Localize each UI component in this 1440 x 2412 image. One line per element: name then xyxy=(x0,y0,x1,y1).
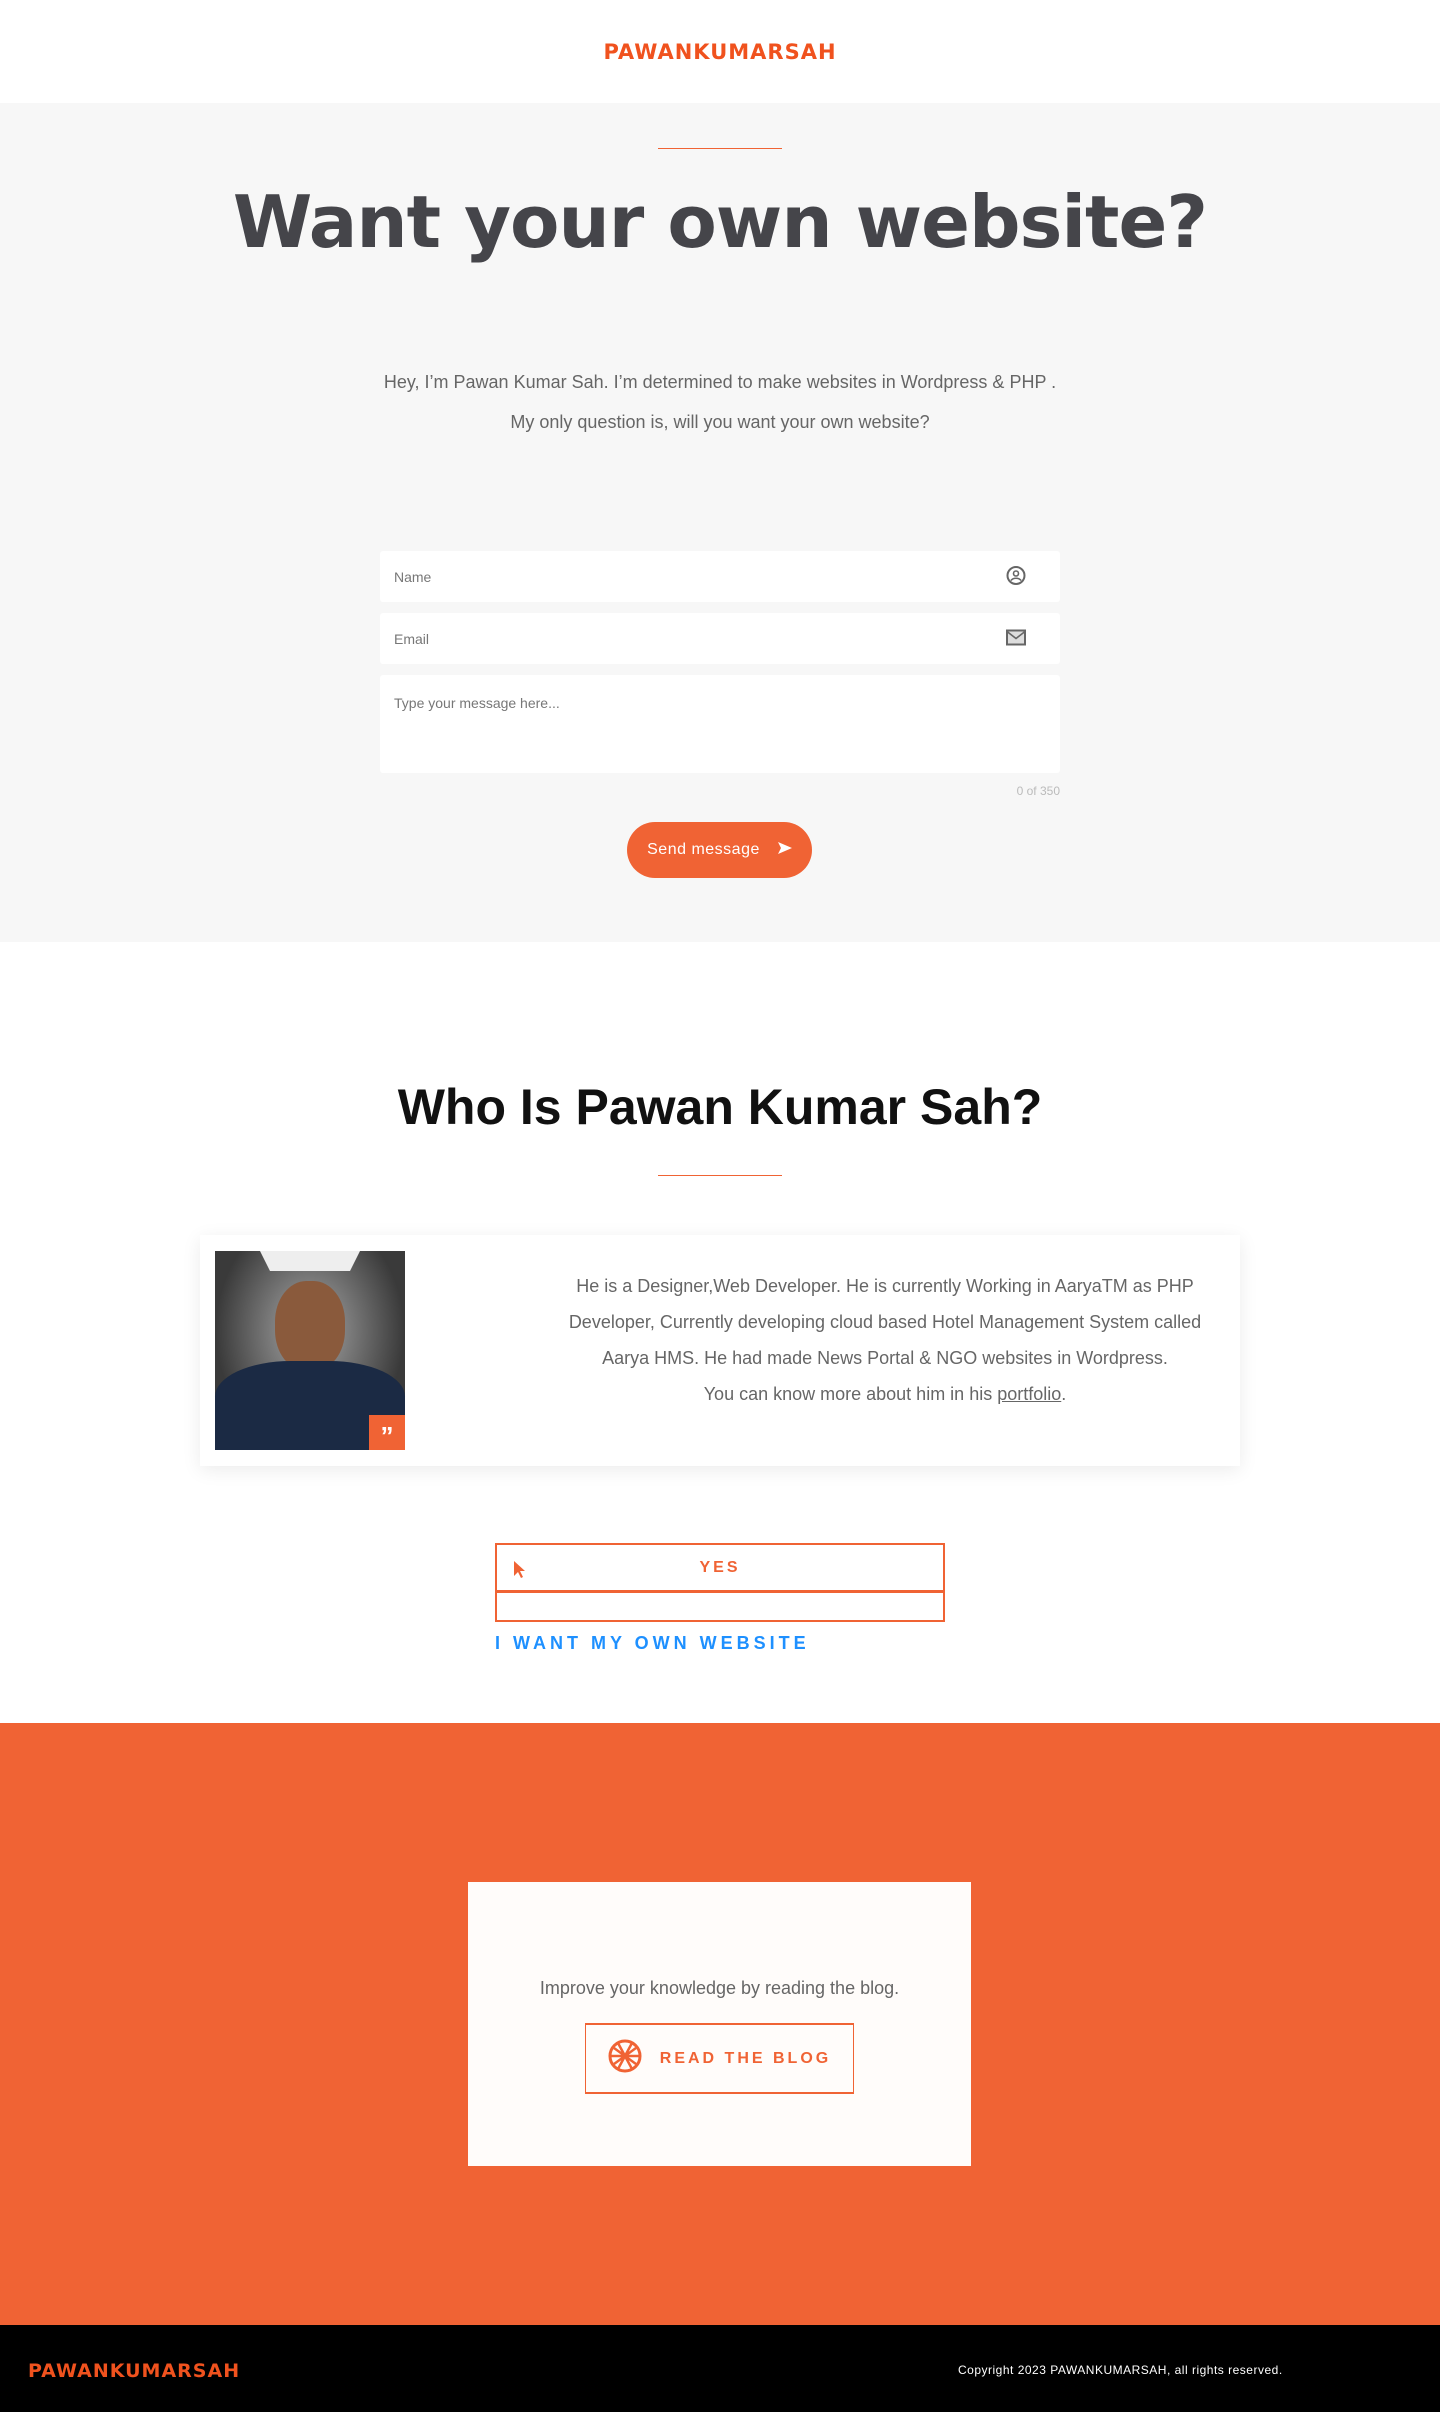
yes-label: YES xyxy=(699,1558,741,1576)
read-blog-button[interactable]: READ THE BLOG xyxy=(585,2023,854,2094)
message-placeholder: Type your message here... xyxy=(394,695,560,711)
divider xyxy=(658,148,782,149)
portfolio-prefix: You can know more about him in his xyxy=(703,1384,998,1404)
want-website-link[interactable]: I WANT MY OWN WEBSITE xyxy=(495,1633,810,1654)
profile-photo: ” xyxy=(215,1251,405,1451)
intro-line: Hey, I’m Pawan Kumar Sah. I’m determined… xyxy=(383,372,1057,392)
about-title: Who Is Pawan Kumar Sah? xyxy=(397,1079,1043,1135)
hero-intro: Hey, I’m Pawan Kumar Sah. I’m determined… xyxy=(0,362,1440,442)
email-input[interactable]: Email xyxy=(380,613,1060,664)
name-placeholder: Name xyxy=(394,568,432,585)
yes-button-underbox xyxy=(495,1592,945,1622)
hero-title: Want your own website? xyxy=(232,180,1208,264)
copyright: Copyright 2023 PAWANKUMARSAH, all rights… xyxy=(958,2363,1283,2377)
send-message-button[interactable]: Send message xyxy=(627,822,812,878)
blog-text: Improve your knowledge by reading the bl… xyxy=(539,1978,900,1998)
intro-line: My only question is, will you want your … xyxy=(510,412,930,432)
email-placeholder: Email xyxy=(394,630,430,647)
send-label: Send message xyxy=(647,841,760,858)
name-input[interactable]: Name xyxy=(380,551,1060,602)
portfolio-link[interactable]: portfolio xyxy=(997,1384,1061,1404)
cursor-icon xyxy=(513,1560,525,1583)
globe-icon xyxy=(608,2039,642,2078)
quote-icon: ” xyxy=(369,1415,405,1451)
footer-logo[interactable]: PAWANKUMARSAH xyxy=(28,2360,240,2382)
divider xyxy=(658,1175,782,1176)
portfolio-suffix: . xyxy=(1061,1384,1067,1404)
envelope-icon xyxy=(1006,628,1026,649)
read-blog-label: READ THE BLOG xyxy=(659,2049,832,2067)
site-logo[interactable]: PAWANKUMARSAH xyxy=(603,40,836,64)
site-header: PAWANKUMARSAH xyxy=(0,0,1440,103)
char-counter: 0 of 350 xyxy=(1016,784,1060,798)
yes-button[interactable]: YES xyxy=(495,1543,945,1593)
user-icon xyxy=(1006,565,1026,588)
about-bio: He is a Designer,Web Developer. He is cu… xyxy=(550,1268,1220,1412)
message-textarea[interactable]: Type your message here... xyxy=(380,675,1060,773)
send-arrow-icon xyxy=(777,841,792,859)
bio-text: He is a Designer,Web Developer. He is cu… xyxy=(568,1276,1202,1368)
